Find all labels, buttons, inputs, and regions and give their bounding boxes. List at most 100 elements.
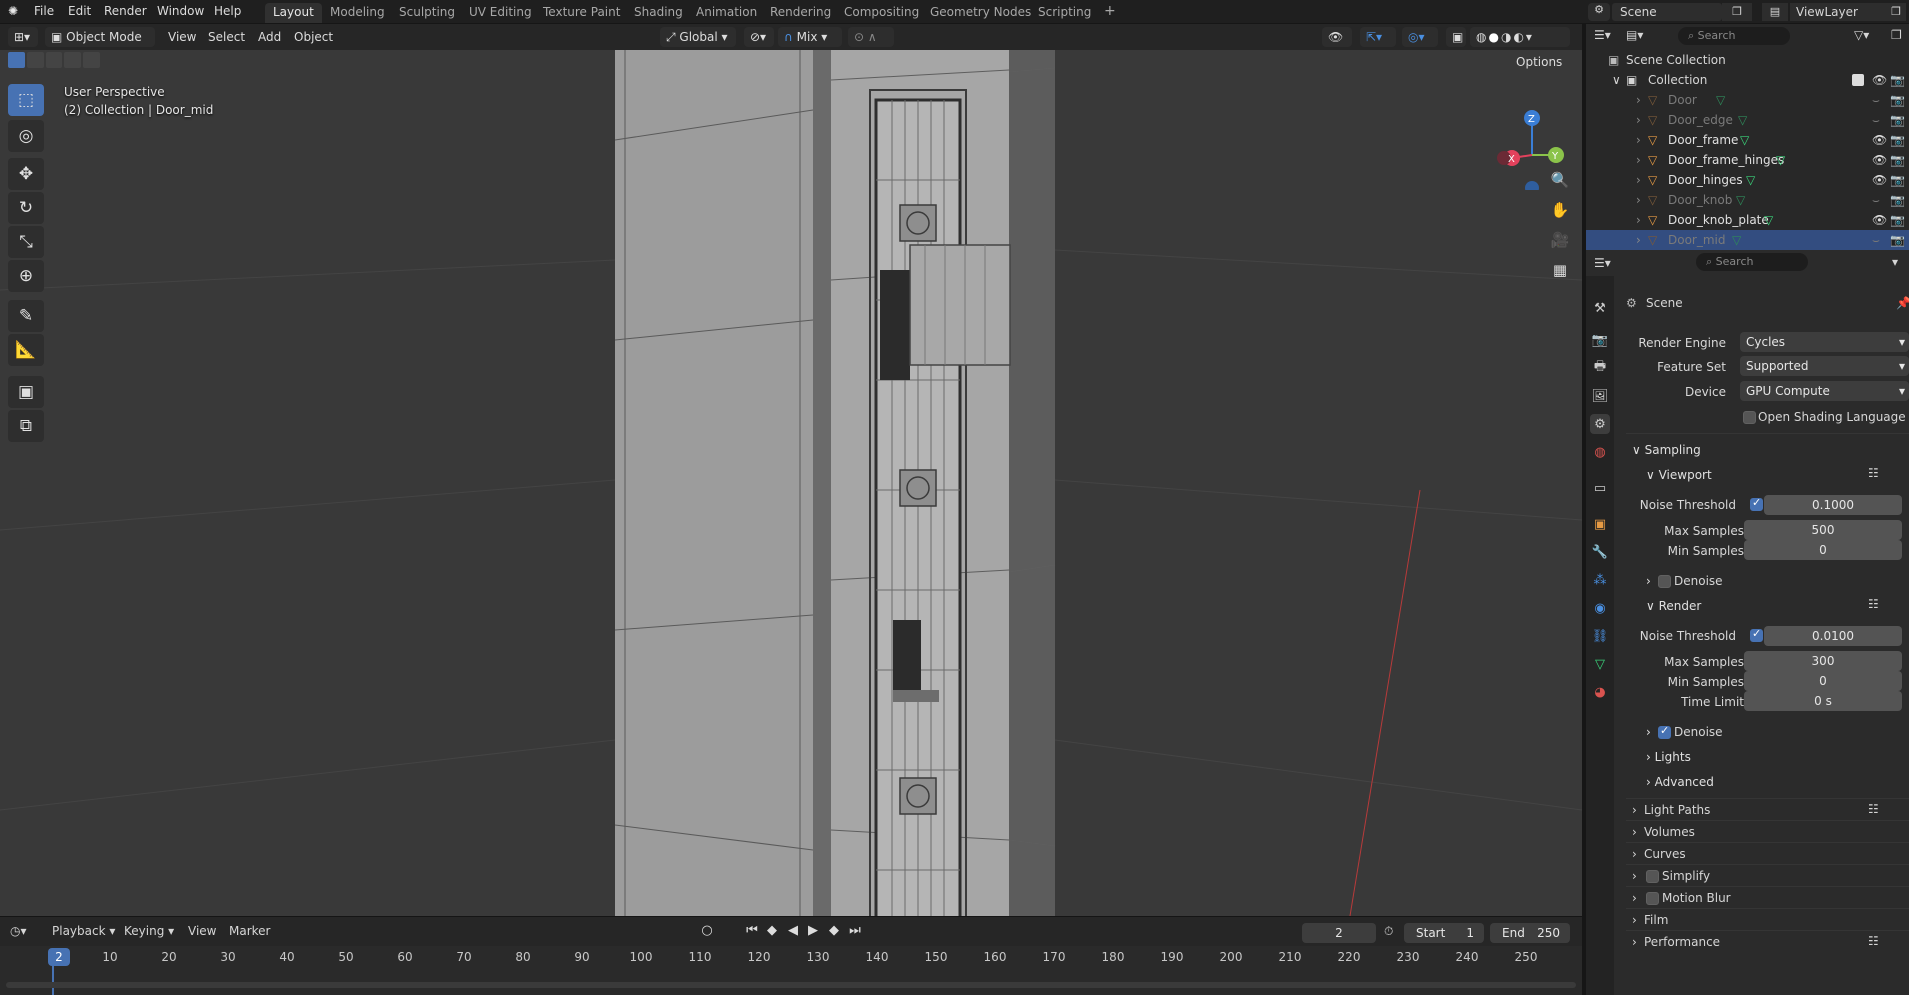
render-denoise-header[interactable]: › bbox=[1646, 725, 1651, 739]
eye-closed-icon[interactable]: ⌣ bbox=[1872, 110, 1880, 130]
render-noise-threshold-checkbox[interactable] bbox=[1750, 627, 1763, 642]
particles-tab-icon[interactable]: ⁂ bbox=[1590, 570, 1610, 590]
outliner-item[interactable]: › ▽ Door_mid ▽ ⌣ 📷 bbox=[1586, 230, 1909, 250]
panel-performance[interactable]: › Performance ☷ bbox=[1626, 930, 1909, 950]
stopwatch-icon[interactable]: ⏱ bbox=[1384, 924, 1393, 939]
view-layer-tab-icon[interactable]: 🖼 bbox=[1590, 386, 1610, 406]
timeline[interactable]: 2102030405060708090100110120130140150160… bbox=[0, 946, 1582, 995]
outliner-collection[interactable]: ∨ ▣ Collection 👁 📷 bbox=[1586, 70, 1909, 90]
editor-type-icon[interactable]: ⊞▾ bbox=[8, 27, 38, 47]
eye-closed-icon[interactable]: ⌣ bbox=[1872, 90, 1880, 110]
tab-compositing[interactable]: Compositing bbox=[836, 3, 927, 23]
tab-modeling[interactable]: Modeling bbox=[322, 3, 393, 23]
expand-icon[interactable]: › bbox=[1636, 110, 1641, 130]
panel-film[interactable]: › Film bbox=[1626, 908, 1909, 928]
current-frame-field[interactable]: 2 bbox=[1302, 923, 1376, 943]
eye-icon[interactable]: 👁 bbox=[1872, 70, 1887, 90]
panel-checkbox[interactable] bbox=[1646, 892, 1659, 905]
scene-tab-icon[interactable]: ⚙ bbox=[1590, 414, 1610, 434]
annotate-tool-icon[interactable]: ✎ bbox=[8, 300, 44, 332]
menu-object[interactable]: Object bbox=[294, 30, 333, 44]
menu-view[interactable]: View bbox=[168, 30, 196, 44]
new-scene-icon[interactable]: ❐ bbox=[1722, 3, 1752, 21]
expand-icon[interactable]: › bbox=[1636, 230, 1641, 250]
render-camera-icon[interactable]: 📷 bbox=[1890, 70, 1905, 90]
render-min-samples-field[interactable]: 0 bbox=[1744, 671, 1902, 691]
menu-help[interactable]: Help bbox=[214, 4, 241, 18]
feature-set-select[interactable]: Supported ▾ bbox=[1740, 356, 1909, 376]
presets-icon[interactable]: ☷ bbox=[1868, 802, 1879, 816]
timeline-scrollbar[interactable] bbox=[6, 982, 1576, 988]
expand-icon[interactable]: › bbox=[1636, 90, 1641, 110]
sampling-panel-header[interactable]: ∨ Sampling bbox=[1632, 443, 1701, 457]
outliner-item[interactable]: › ▽ Door_edge ▽ ⌣ 📷 bbox=[1586, 110, 1909, 130]
expand-icon[interactable]: › bbox=[1636, 190, 1641, 210]
gizmo-toggle-icon[interactable]: ⇱▾ bbox=[1360, 27, 1396, 47]
transform-tool-icon[interactable]: ⊕ bbox=[8, 260, 44, 292]
render-camera-icon[interactable]: 📷 bbox=[1890, 150, 1905, 170]
viewport-noise-threshold-checkbox[interactable] bbox=[1750, 496, 1763, 511]
select-box-tool-icon[interactable]: ⬚ bbox=[8, 84, 44, 116]
menu-window[interactable]: Window bbox=[157, 4, 204, 18]
collection-checkbox[interactable] bbox=[1852, 74, 1864, 86]
new-collection-icon[interactable]: ❐ bbox=[1891, 28, 1902, 42]
render-noise-threshold-field[interactable]: 0.0100 bbox=[1764, 626, 1902, 646]
tab-uv-editing[interactable]: UV Editing bbox=[461, 3, 540, 23]
mode-selector[interactable]: ▣ Object Mode ▾ bbox=[45, 27, 155, 60]
timeline-editor-icon[interactable]: ◷▾ bbox=[10, 924, 27, 938]
tab-animation[interactable]: Animation bbox=[688, 3, 765, 23]
render-tab-icon[interactable]: 📷 bbox=[1590, 330, 1610, 350]
viewport-denoise-checkbox[interactable] bbox=[1658, 575, 1671, 588]
cursor-tool-icon[interactable]: ◎ bbox=[8, 120, 44, 152]
zoom-icon[interactable]: 🔍 bbox=[1547, 167, 1573, 193]
panel-simplify[interactable]: › Simplify bbox=[1626, 864, 1909, 884]
select-extend-icon[interactable] bbox=[26, 52, 44, 68]
scene-icon[interactable]: ⚙ bbox=[1588, 3, 1610, 21]
tab-geometry-nodes[interactable]: Geometry Nodes bbox=[922, 3, 1039, 23]
transform-orientation[interactable]: ⤢ Global ▾ bbox=[660, 27, 736, 47]
outliner-item[interactable]: › ▽ Door_hinges ▽ 👁 📷 bbox=[1586, 170, 1909, 190]
panel-volumes[interactable]: › Volumes bbox=[1626, 820, 1909, 840]
overlay-toggle-icon[interactable]: ◎▾ bbox=[1402, 27, 1438, 47]
playback-menu[interactable]: Playback ▾ bbox=[52, 924, 115, 938]
ortho-grid-icon[interactable]: ▦ bbox=[1547, 257, 1573, 283]
scale-tool-icon[interactable]: ⤡ bbox=[8, 226, 44, 258]
outliner-item[interactable]: › ▽ Door_frame ▽ 👁 📷 bbox=[1586, 130, 1909, 150]
move-tool-icon[interactable]: ✥ bbox=[8, 158, 44, 190]
render-max-samples-field[interactable]: 300 bbox=[1744, 651, 1902, 671]
play-icon[interactable]: ▶ bbox=[803, 923, 823, 943]
render-camera-icon[interactable]: 📷 bbox=[1890, 170, 1905, 190]
tool-tab-icon[interactable]: ⚒ bbox=[1590, 298, 1610, 318]
tab-shading[interactable]: Shading bbox=[626, 3, 691, 23]
add-workspace-icon[interactable]: + bbox=[1096, 1, 1124, 21]
prev-keyframe-icon[interactable]: ◆ bbox=[762, 923, 782, 943]
world-tab-icon[interactable]: ◍ bbox=[1590, 442, 1610, 462]
render-camera-icon[interactable]: 📷 bbox=[1890, 230, 1905, 250]
select-invert-icon[interactable] bbox=[64, 52, 82, 68]
outliner-search-input[interactable]: ⌕ Search bbox=[1678, 27, 1790, 45]
render-camera-icon[interactable]: 📷 bbox=[1890, 210, 1905, 230]
properties-options-icon[interactable]: ▾ bbox=[1892, 255, 1898, 269]
expand-icon[interactable]: › bbox=[1636, 150, 1641, 170]
expand-icon[interactable]: › bbox=[1636, 210, 1641, 230]
viewport-min-samples-field[interactable]: 0 bbox=[1744, 540, 1902, 560]
menu-render[interactable]: Render bbox=[104, 4, 147, 18]
view-layer-icon[interactable]: ▤ bbox=[1762, 3, 1788, 21]
tab-scripting[interactable]: Scripting bbox=[1030, 3, 1099, 23]
select-new-icon[interactable] bbox=[8, 52, 25, 68]
constraints-tab-icon[interactable]: ⛓ bbox=[1590, 626, 1610, 646]
properties-search-input[interactable]: ⌕ Search bbox=[1696, 253, 1808, 271]
tab-layout[interactable]: Layout bbox=[265, 3, 322, 23]
select-subtract-icon[interactable] bbox=[45, 52, 63, 68]
outliner-item[interactable]: › ▽ Door ▽ ⌣ 📷 bbox=[1586, 90, 1909, 110]
render-engine-select[interactable]: Cycles ▾ bbox=[1740, 332, 1909, 352]
object-tab-icon[interactable]: ▣ bbox=[1590, 514, 1610, 534]
proportional-edit-icon[interactable]: ⊙ ∧ bbox=[848, 27, 894, 47]
marker-menu[interactable]: Marker bbox=[229, 924, 270, 938]
menu-file[interactable]: File bbox=[34, 4, 54, 18]
menu-add[interactable]: Add bbox=[258, 30, 281, 44]
timeline-view-menu[interactable]: View bbox=[188, 924, 216, 938]
viewport-subpanel-header[interactable]: ∨ Viewport bbox=[1646, 468, 1712, 482]
3d-viewport[interactable]: User Perspective (2) Collection | Door_m… bbox=[0, 50, 1582, 916]
viewport-noise-threshold-field[interactable]: 0.1000 bbox=[1764, 495, 1902, 515]
